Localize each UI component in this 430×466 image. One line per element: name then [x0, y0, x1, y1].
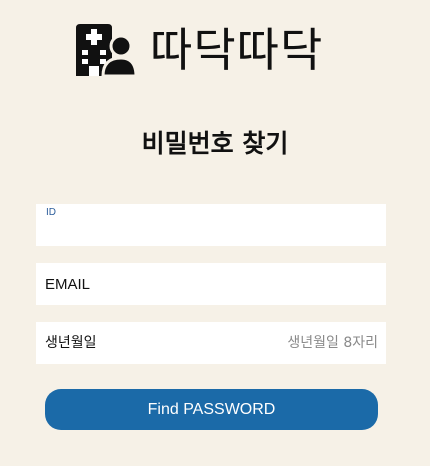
- page-title: 비밀번호 찾기: [141, 129, 289, 158]
- birthdate-field[interactable]: 생년월일: [36, 322, 386, 364]
- birthdate-input[interactable]: [186, 322, 386, 364]
- birthdate-label: 생년월일: [45, 335, 97, 351]
- brand-logo: 따닥따닥: [72, 20, 323, 80]
- email-input[interactable]: [36, 263, 386, 305]
- email-field[interactable]: [36, 263, 386, 305]
- id-input[interactable]: [46, 220, 376, 242]
- brand-name: 따닥따닥: [150, 23, 324, 77]
- id-field-label: ID: [46, 207, 56, 218]
- id-field[interactable]: ID: [36, 204, 386, 246]
- find-password-button[interactable]: Find PASSWORD: [45, 389, 378, 430]
- hospital-user-icon: [76, 24, 136, 78]
